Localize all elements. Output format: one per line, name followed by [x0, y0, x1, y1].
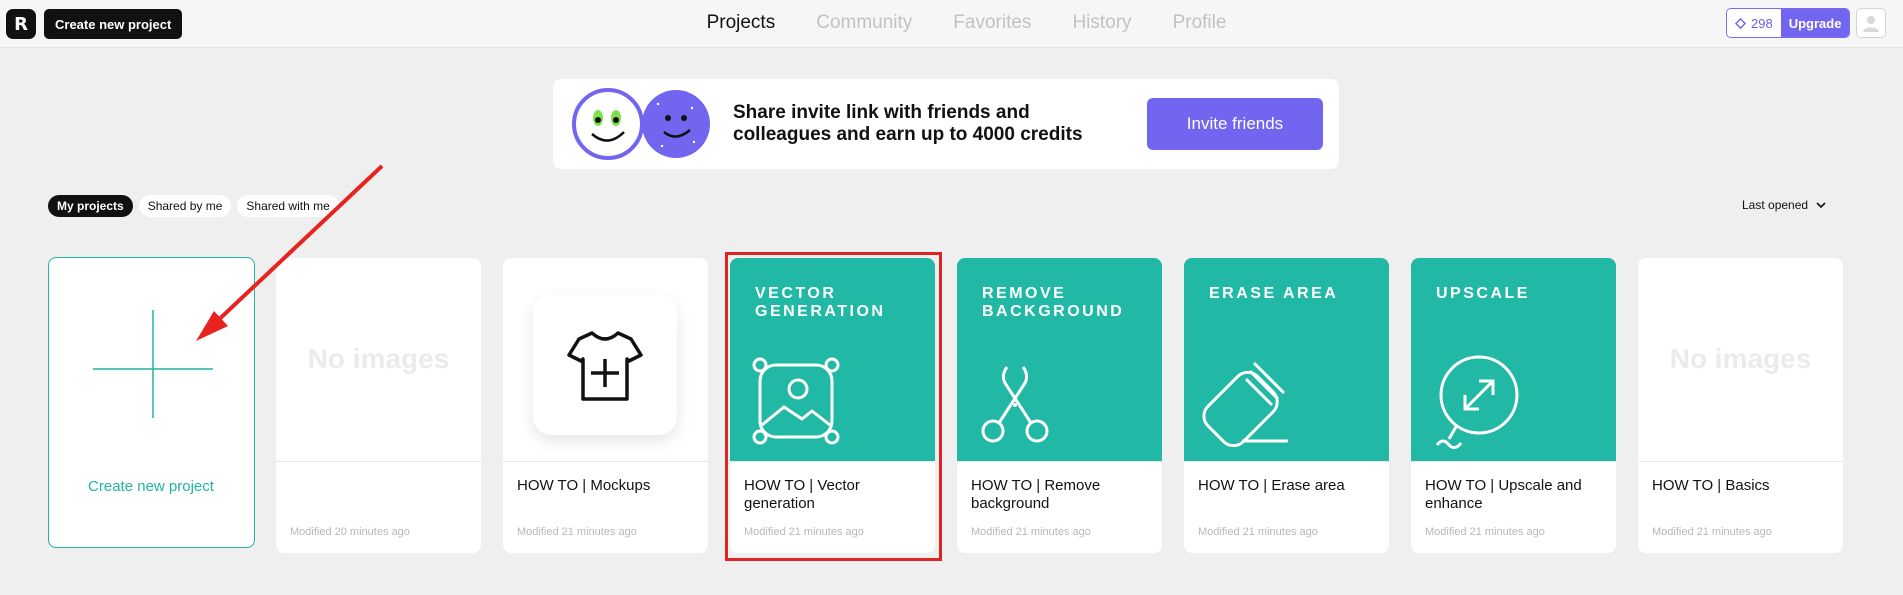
scissors-icon [981, 366, 1049, 443]
plus-icon [93, 310, 213, 418]
project-thumbnail: ERASE AREA [1184, 258, 1389, 461]
nav-community[interactable]: Community [816, 10, 912, 36]
project-thumbnail: UPSCALE [1411, 258, 1616, 461]
project-card-remove-background[interactable]: REMOVE BACKGROUND HOW TO | Remove backgr… [957, 258, 1162, 553]
project-title: HOW TO | Remove background [971, 477, 1101, 512]
sort-dropdown[interactable]: Last opened [1742, 198, 1826, 212]
project-title: HOW TO | Mockups [517, 477, 651, 494]
main-nav: Projects Community Favorites History Pro… [0, 10, 1903, 36]
tool-label: UPSCALE [1436, 285, 1530, 302]
tool-label: REMOVE BACKGROUND [982, 285, 1125, 320]
project-card[interactable]: No images HOW TO | Basics Modified 21 mi… [1638, 258, 1843, 553]
project-card[interactable]: No images Modified 20 minutes ago [276, 258, 481, 553]
nav-favorites[interactable]: Favorites [953, 10, 1031, 36]
upgrade-button[interactable]: Upgrade [1780, 9, 1850, 37]
card-divider [503, 461, 708, 462]
filter-my-projects[interactable]: My projects [48, 195, 133, 217]
top-header: R Create new project Projects Community … [0, 0, 1903, 48]
project-modified: Modified 21 minutes ago [517, 526, 637, 538]
no-images-placeholder: No images [307, 343, 450, 374]
create-new-project-label: Create new project [88, 478, 214, 495]
project-thumbnail: No images [1638, 258, 1843, 461]
project-thumbnail: No images [276, 258, 481, 461]
card-divider [1411, 461, 1616, 462]
diamond-icon [1735, 17, 1746, 29]
smiley-faces-illustration [572, 88, 710, 160]
project-card-erase-area[interactable]: ERASE AREA HOW TO | Erase area Modified … [1184, 258, 1389, 553]
project-modified: Modified 20 minutes ago [290, 526, 410, 538]
project-thumbnail [503, 258, 708, 461]
project-thumbnail: REMOVE BACKGROUND [957, 258, 1162, 461]
project-title: HOW TO | Upscale and enhance [1425, 477, 1582, 512]
card-divider [1184, 461, 1389, 462]
project-card[interactable]: HOW TO | Mockups Modified 21 minutes ago [503, 258, 708, 553]
card-divider [1638, 461, 1843, 462]
tool-label: ERASE AREA [1209, 285, 1339, 302]
highlight-box [725, 252, 942, 561]
avatar[interactable] [1856, 8, 1886, 38]
create-new-project-card[interactable]: Create new project [48, 257, 255, 548]
credits-count: 298 [1751, 15, 1773, 31]
upscale-icon [1435, 355, 1519, 450]
project-card-upscale[interactable]: UPSCALE HOW TO | Upscale and enhance Mod… [1411, 258, 1616, 553]
project-modified: Modified 21 minutes ago [1425, 526, 1545, 538]
no-images-placeholder: No images [1669, 343, 1812, 374]
tshirt-plus-icon [567, 331, 643, 401]
eraser-icon [1202, 361, 1288, 448]
mockup-tile [533, 295, 677, 435]
nav-projects[interactable]: Projects [707, 10, 776, 36]
chevron-down-icon [1816, 201, 1826, 208]
project-modified: Modified 21 minutes ago [1652, 526, 1772, 538]
project-title: HOW TO | Basics [1652, 477, 1770, 494]
filter-shared-by-me[interactable]: Shared by me [138, 195, 232, 217]
credits-upgrade-group: 298 Upgrade [1726, 8, 1851, 38]
sort-label: Last opened [1742, 198, 1809, 212]
card-divider [957, 461, 1162, 462]
project-modified: Modified 21 minutes ago [971, 526, 1091, 538]
project-modified: Modified 21 minutes ago [1198, 526, 1318, 538]
user-icon [1863, 16, 1879, 32]
credits-badge[interactable]: 298 [1727, 9, 1781, 37]
filter-shared-with-me[interactable]: Shared with me [237, 195, 339, 217]
invite-text: Share invite link with friends and colle… [733, 102, 1083, 145]
card-divider [276, 461, 481, 462]
project-title: HOW TO | Erase area [1198, 477, 1345, 494]
nav-profile[interactable]: Profile [1173, 10, 1227, 36]
invite-banner: Share invite link with friends and colle… [553, 79, 1339, 169]
nav-history[interactable]: History [1072, 10, 1131, 36]
invite-friends-button[interactable]: Invite friends [1147, 98, 1323, 150]
project-filters: My projects Shared by me Shared with me [48, 195, 339, 217]
